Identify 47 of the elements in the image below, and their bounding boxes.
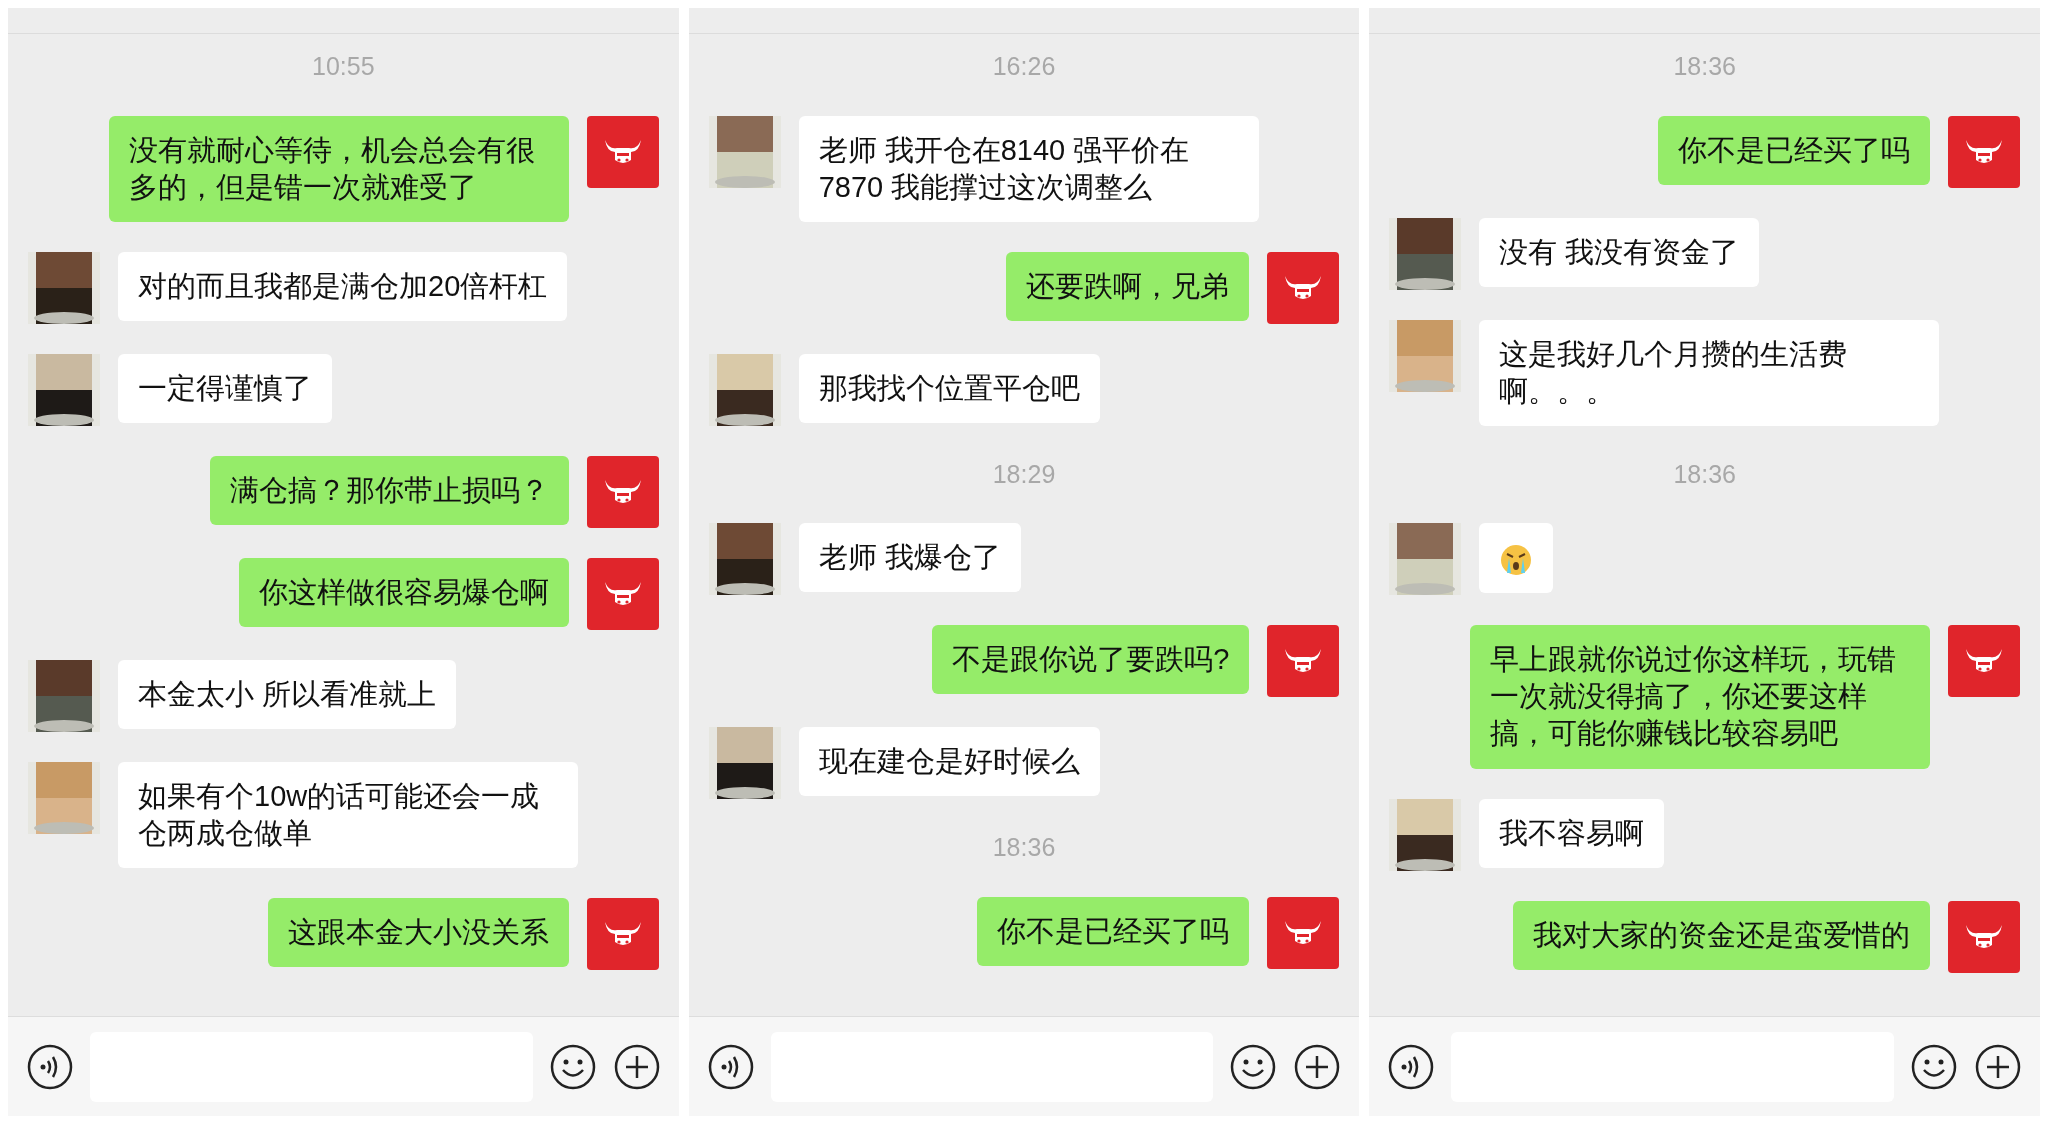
timestamp: 18:36 — [1673, 458, 1736, 490]
plus-icon[interactable] — [1974, 1042, 2022, 1091]
message-bubble: 老师 我开仓在8140 强平价在7870 我能撑过这次调整么 — [798, 115, 1259, 222]
bull-icon — [586, 115, 659, 188]
message-bubble: 如果有个10w的话可能还会一成仓两成仓做单 — [118, 761, 578, 868]
timestamp: 16:26 — [992, 51, 1056, 82]
message-bubble: 现在建仓是好时候么 — [798, 727, 1100, 797]
message-bubble: 对的而且我都是满仓加20倍杆杠 — [118, 251, 568, 321]
message-bubble: 你这样做很容易爆仓啊 — [238, 557, 569, 627]
voice-icon[interactable] — [706, 1042, 755, 1091]
message-bubble: 这是我好几个月攒的生活费啊。。。 — [1479, 319, 1940, 426]
message-bubble: 一定得谨慎了 — [118, 353, 332, 423]
message-bubble: 老师 我爆仓了 — [798, 523, 1021, 593]
plus-icon[interactable] — [1293, 1042, 1342, 1091]
message-bubble: 没有就耐心等待，机会总会有很多的，但是错一次就难受了 — [108, 115, 569, 222]
message-bubble: 本金太小 所以看准就上 — [118, 659, 457, 729]
message-bubble: 满仓搞？那你带止损吗？ — [209, 455, 569, 525]
voice-icon[interactable] — [1387, 1042, 1436, 1091]
smiley-icon[interactable] — [1229, 1042, 1278, 1091]
message-bubble: 那我找个位置平仓吧 — [798, 353, 1100, 423]
bull-icon — [1267, 251, 1340, 324]
bull-icon — [1948, 625, 2020, 698]
voice-icon[interactable] — [26, 1042, 74, 1091]
message-bubble: 你不是已经买了吗 — [977, 896, 1250, 966]
timestamp: 18:36 — [992, 832, 1056, 864]
message-bubble: 还要跌啊，兄弟 — [1006, 251, 1250, 321]
bull-icon — [586, 455, 659, 528]
message-bubble: 没有 我没有资金了 — [1479, 217, 1760, 287]
timestamp: 18:29 — [992, 458, 1056, 490]
timestamp: 10:55 — [312, 51, 375, 82]
bull-icon — [586, 557, 659, 630]
timestamp: 18:36 — [1673, 51, 1736, 82]
smiley-icon[interactable] — [548, 1042, 597, 1091]
message-bubble: 我不容易啊 — [1479, 798, 1665, 868]
message-bubble: 不是跟你说了要跌吗? — [932, 625, 1250, 695]
bull-icon — [1948, 115, 2020, 188]
message-bubble: 早上跟就你说过你这样玩，玩错一次就没得搞了，你还要这样搞，可能你赚钱比较容易吧 — [1470, 625, 1930, 769]
bull-icon — [586, 897, 659, 970]
bull-icon — [1948, 900, 2020, 973]
message-bubble: 这跟本金大小没关系 — [267, 897, 569, 968]
crying-face-icon — [1479, 523, 1554, 593]
bull-icon — [1267, 896, 1340, 969]
plus-icon[interactable] — [612, 1042, 661, 1091]
smiley-icon[interactable] — [1910, 1042, 1958, 1091]
message-bubble: 你不是已经买了吗 — [1658, 115, 1930, 185]
message-bubble: 我对大家的资金还是蛮爱惜的 — [1513, 900, 1930, 970]
bull-icon — [1267, 625, 1340, 698]
